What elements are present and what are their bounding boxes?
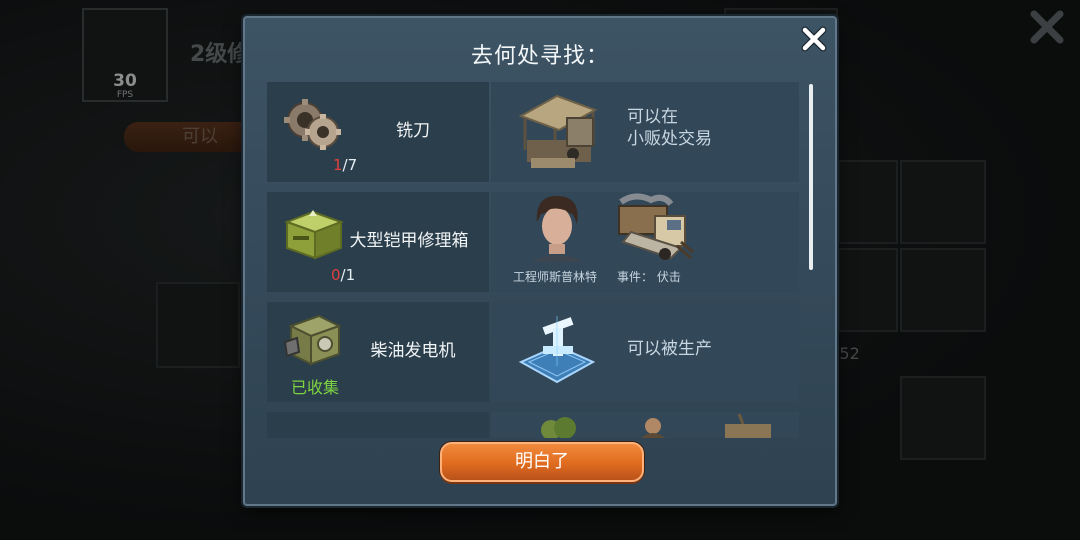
list-scrollbar[interactable] — [809, 84, 813, 440]
repair-box-icon — [284, 210, 344, 260]
collected-status: 已收集 — [291, 378, 340, 397]
gears-icon — [284, 99, 341, 150]
source-text: 可以在 小贩处交易 — [627, 107, 712, 149]
count-total: /7 — [342, 156, 358, 174]
scrollbar-thumb[interactable] — [809, 84, 813, 270]
item-name: 柴油发电机 — [370, 341, 456, 361]
count-current: 0 — [331, 266, 341, 284]
source-panel[interactable] — [491, 412, 799, 438]
item-count: 0/1 — [331, 266, 355, 284]
item-list[interactable]: 铣刀 1/7 可以在 小贩处交易 大型铠甲修理箱 0/1 工程师斯普林特 事件：… — [267, 82, 801, 438]
dialog-title: 去何处寻找： — [470, 44, 609, 69]
count-total: /1 — [340, 266, 356, 284]
ambush-truck-icon — [618, 193, 694, 260]
survivor-icon — [641, 418, 665, 438]
confirm-button[interactable]: 明白了 — [440, 442, 644, 482]
source-text: 可以被生产 — [627, 339, 712, 359]
item-panel — [267, 412, 489, 438]
where-to-find-dialog: 去何处寻找： 铣刀 1/7 可以在 小贩处交易 大型铠甲修理箱 0/1 工程师斯… — [243, 16, 837, 506]
count-current: 1 — [333, 156, 343, 174]
item-count: 1/7 — [333, 156, 357, 174]
vehicle-icon — [725, 413, 771, 438]
bush-icon — [541, 417, 576, 438]
item-panel: 大型铠甲修理箱 0/1 — [267, 192, 489, 292]
list-item: 柴油发电机 已收集 可以被生产 — [267, 302, 799, 402]
item-panel: 柴油发电机 已收集 — [267, 302, 489, 402]
vendor-stall-icon — [518, 94, 598, 168]
list-item: 铣刀 1/7 可以在 小贩处交易 — [267, 82, 799, 182]
engineer-portrait-icon — [531, 196, 583, 262]
npc-caption: 工程师斯普林特 — [513, 270, 598, 284]
close-icon[interactable] — [799, 24, 829, 54]
item-name: 铣刀 — [396, 121, 430, 141]
source-panel[interactable]: 可以在 小贩处交易 — [491, 82, 799, 182]
list-item — [267, 412, 799, 438]
item-name: 大型铠甲修理箱 — [349, 231, 469, 251]
list-item: 大型铠甲修理箱 0/1 工程师斯普林特 事件： 伏击 — [267, 192, 799, 292]
blueprint-icon — [518, 316, 596, 384]
generator-icon — [283, 314, 342, 366]
event-caption: 事件： 伏击 — [617, 270, 681, 284]
item-panel: 铣刀 1/7 — [267, 82, 489, 182]
source-panel[interactable]: 可以被生产 — [491, 302, 799, 402]
source-panel[interactable]: 工程师斯普林特 事件： 伏击 — [491, 192, 799, 292]
